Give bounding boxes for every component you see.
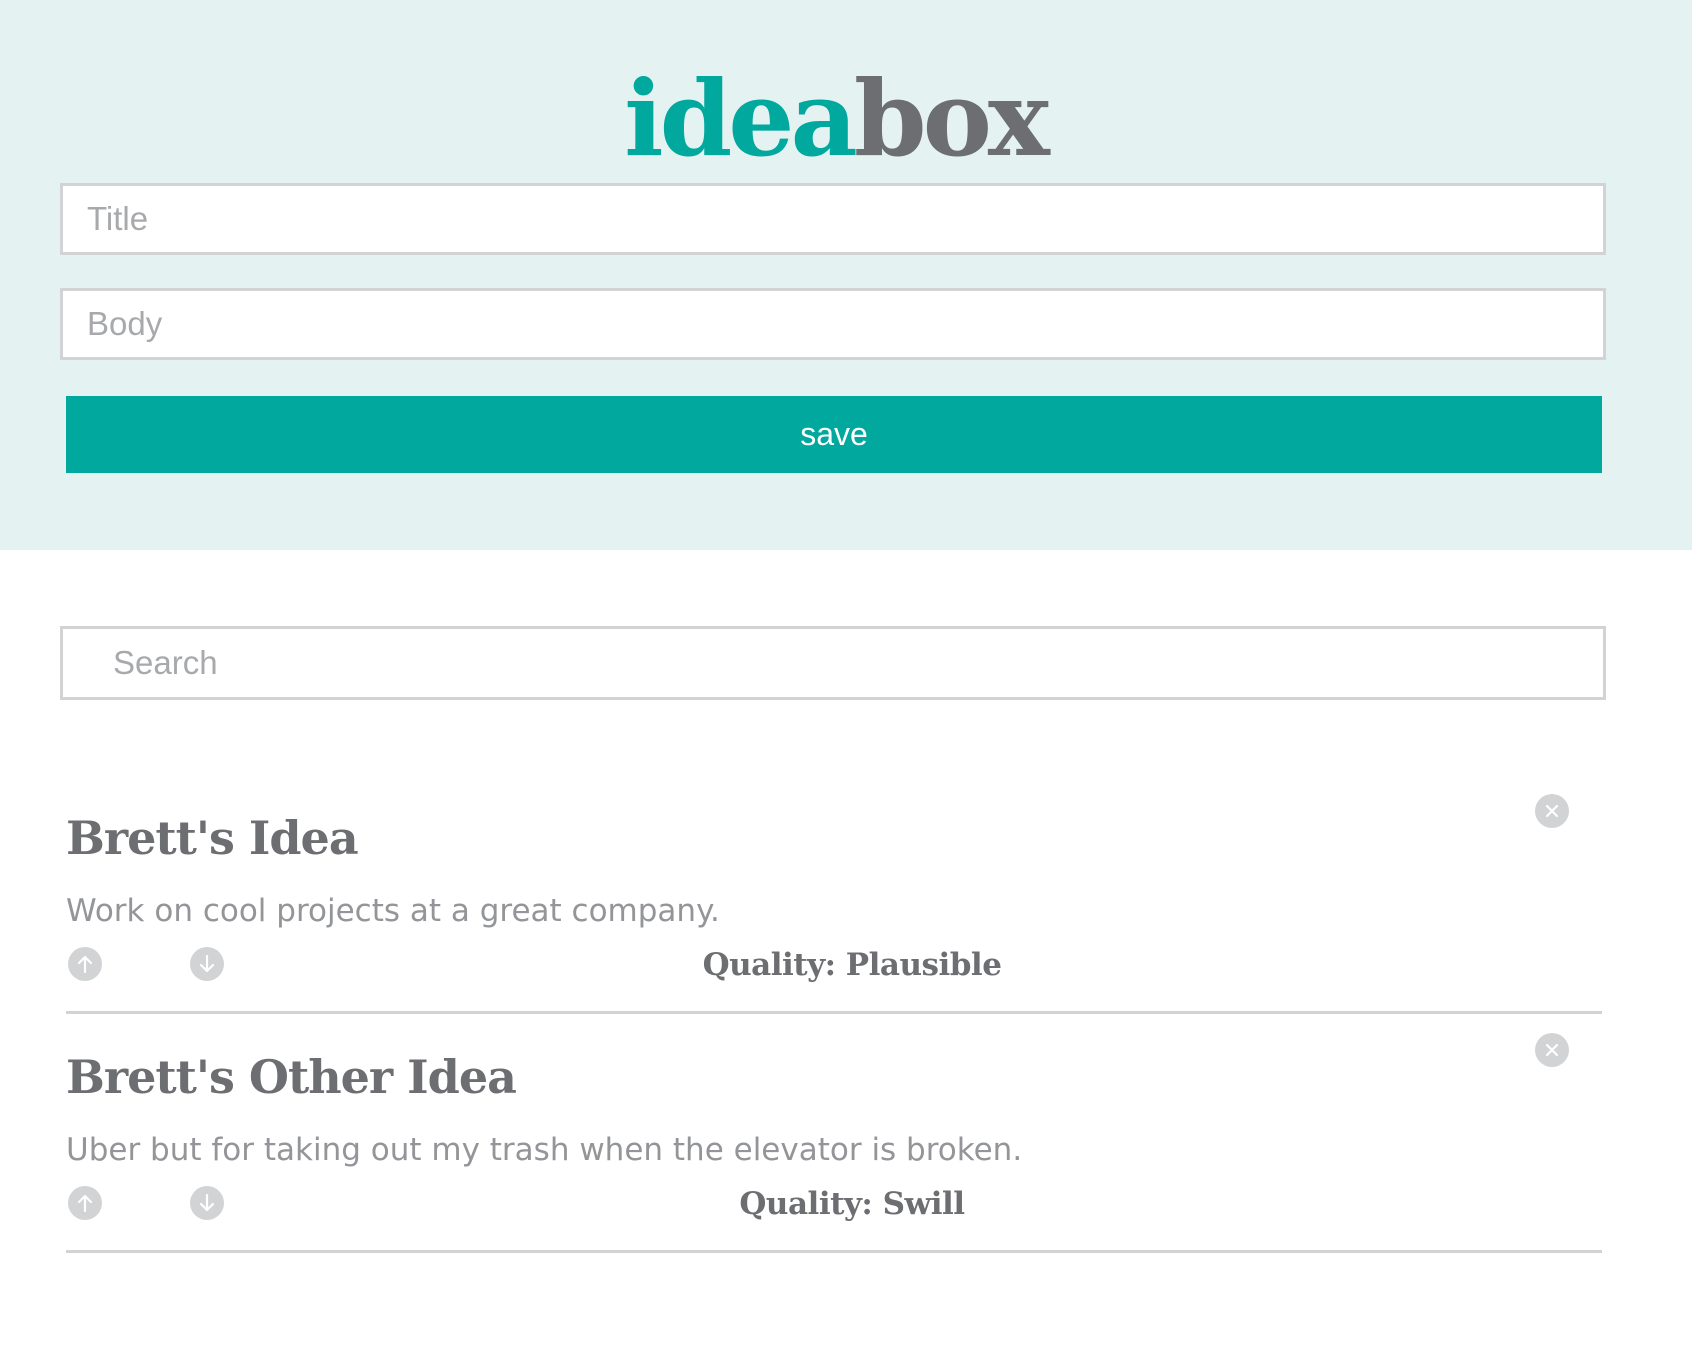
title-input[interactable] (60, 183, 1606, 255)
idea-title: Brett's Other Idea (66, 1050, 517, 1104)
save-button[interactable]: save (66, 396, 1602, 473)
idea-card: Brett's Other Idea Uber but for taking o… (66, 1014, 1602, 1253)
body-input[interactable] (60, 288, 1606, 360)
search-input[interactable] (60, 626, 1606, 700)
header: ideabox save (0, 0, 1692, 550)
close-icon[interactable] (1535, 1033, 1569, 1067)
idea-card: Brett's Idea Work on cool projects at a … (66, 775, 1602, 1014)
idea-body: Uber but for taking out my trash when th… (66, 1132, 1023, 1168)
close-icon[interactable] (1535, 794, 1569, 828)
logo-box: box (853, 57, 1050, 180)
logo: ideabox (0, 60, 1670, 178)
idea-quality: Quality: Swill (739, 1186, 965, 1222)
logo-idea: idea (624, 57, 858, 180)
idea-title: Brett's Idea (66, 811, 359, 865)
idea-body: Work on cool projects at a great company… (66, 893, 720, 929)
idea-quality: Quality: Plausible (702, 947, 1002, 983)
